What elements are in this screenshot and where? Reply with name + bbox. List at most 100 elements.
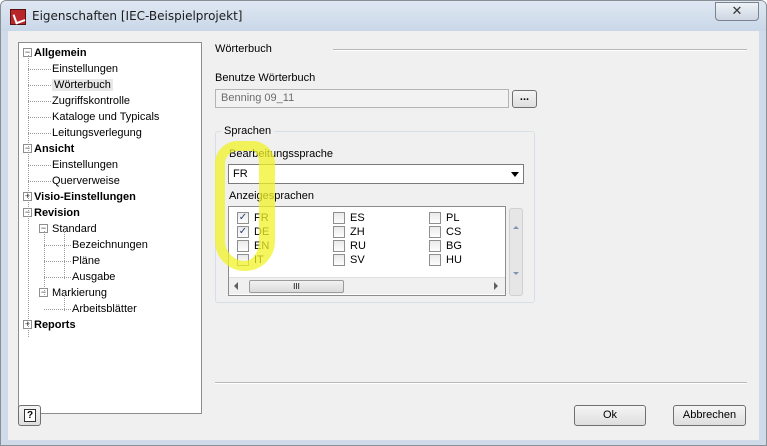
- tree-item[interactable]: Querverweise: [52, 173, 120, 189]
- tree-item[interactable]: Visio-Einstellungen: [34, 189, 136, 205]
- language-option[interactable]: SV: [333, 254, 413, 268]
- scroll-up-icon[interactable]: [513, 226, 519, 229]
- language-label: CS: [446, 226, 462, 238]
- properties-dialog: Eigenschaften [IEC-Beispielprojekt] ✕ Al…: [0, 0, 767, 446]
- edit-language-value: FR: [233, 168, 248, 180]
- language-option[interactable]: CS: [429, 226, 509, 240]
- footer-separator: [215, 382, 747, 384]
- tree-item[interactable]: Einstellungen: [52, 61, 118, 77]
- language-label: BG: [446, 240, 462, 252]
- browse-dictionary-button[interactable]: ...: [512, 90, 537, 108]
- help-icon: ?: [24, 409, 36, 422]
- checkbox-unchecked[interactable]: [333, 212, 345, 224]
- language-option[interactable]: ✓ FR: [237, 212, 317, 226]
- tree-connector: [28, 165, 51, 166]
- tree-item-label: Einstellungen: [52, 63, 119, 75]
- scroll-right-icon[interactable]: [494, 282, 498, 290]
- language-option[interactable]: BG: [429, 240, 509, 254]
- ok-button[interactable]: Ok: [574, 405, 646, 426]
- app-icon: [10, 9, 26, 25]
- tree-connector: [64, 295, 65, 311]
- scroll-down-icon[interactable]: [513, 272, 519, 275]
- tree-connector: [44, 231, 45, 295]
- tree-item-label: Allgemein: [34, 47, 87, 59]
- language-label: EN: [254, 240, 270, 252]
- tree-item-label: Wörterbuch: [52, 79, 113, 91]
- tree-item[interactable]: Kataloge und Typicals: [52, 109, 159, 125]
- tree-connector: [28, 55, 29, 337]
- vertical-scrollbar[interactable]: [509, 208, 523, 296]
- title-bar[interactable]: Eigenschaften [IEC-Beispielprojekt] ✕: [1, 1, 766, 31]
- tree-item[interactable]: Arbeitsblätter: [72, 301, 137, 317]
- dictionary-label: Benutze Wörterbuch: [215, 72, 316, 84]
- checkbox-checked[interactable]: ✓: [237, 226, 249, 238]
- tree-item-label: Einstellungen: [52, 159, 119, 171]
- tree-item[interactable]: Zugriffskontrolle: [52, 93, 130, 109]
- dialog-client-area: Allgemein − Einstellungen Wörterbuch Zugriff…: [8, 31, 759, 440]
- scroll-left-icon[interactable]: [234, 282, 238, 290]
- language-option[interactable]: HU: [429, 254, 509, 268]
- language-option[interactable]: IT: [237, 254, 317, 268]
- tree-item[interactable]: Revision: [34, 205, 80, 221]
- tree-item-label: Pläne: [72, 255, 101, 267]
- tree-item[interactable]: Einstellungen: [52, 157, 118, 173]
- tree-item[interactable]: Allgemein: [34, 45, 87, 61]
- checkbox-unchecked[interactable]: [429, 254, 441, 266]
- tree-item-label: Leitungsverlegung: [52, 127, 142, 139]
- tree-connector: [28, 101, 51, 102]
- language-option[interactable]: ZH: [333, 226, 413, 240]
- horizontal-scrollbar[interactable]: III: [229, 277, 505, 294]
- chevron-down-icon: [511, 172, 519, 177]
- tree-item-label: Zugriffskontrolle: [52, 95, 131, 107]
- languages-group-title: Sprachen: [221, 125, 275, 137]
- tree-connector: [28, 181, 51, 182]
- window-title: Eigenschaften [IEC-Beispielprojekt]: [32, 9, 243, 23]
- tree-item[interactable]: Reports: [34, 317, 76, 333]
- edit-language-select[interactable]: FR: [228, 164, 524, 184]
- tree-item-label: Bezeichnungen: [72, 239, 148, 251]
- edit-language-label: Bearbeitungssprache: [229, 148, 333, 160]
- checkbox-unchecked[interactable]: [429, 226, 441, 238]
- language-option[interactable]: ✓ DE: [237, 226, 317, 240]
- scroll-thumb[interactable]: III: [249, 280, 344, 293]
- help-button[interactable]: ?: [18, 405, 41, 426]
- settings-tree[interactable]: Allgemein − Einstellungen Wörterbuch Zugriff…: [18, 42, 202, 414]
- checkbox-unchecked[interactable]: [237, 254, 249, 266]
- language-label: PL: [446, 212, 460, 224]
- tree-item[interactable]: Wörterbuch: [52, 77, 113, 93]
- display-languages-label: Anzeigesprachen: [229, 190, 315, 202]
- language-label: HU: [446, 254, 462, 266]
- checkbox-unchecked[interactable]: [429, 212, 441, 224]
- tree-connector: [28, 133, 51, 134]
- tree-item-label: Querverweise: [52, 175, 120, 187]
- checkbox-checked[interactable]: ✓: [237, 212, 249, 224]
- tree-item[interactable]: Ausgabe: [72, 269, 115, 285]
- tree-item[interactable]: Standard: [52, 221, 97, 237]
- dictionary-field[interactable]: Benning 09_11: [215, 89, 509, 108]
- tree-item-label: Reports: [34, 319, 76, 331]
- checkbox-unchecked[interactable]: [429, 240, 441, 252]
- tree-item[interactable]: Markierung: [52, 285, 107, 301]
- tree-item[interactable]: Ansicht: [34, 141, 74, 157]
- cancel-button[interactable]: Abbrechen: [673, 405, 746, 426]
- language-option[interactable]: PL: [429, 212, 509, 226]
- tree-item-label: Ansicht: [34, 143, 75, 155]
- tree-item-label: Arbeitsblätter: [72, 303, 137, 315]
- tree-item-label: Visio-Einstellungen: [34, 191, 136, 203]
- checkbox-unchecked[interactable]: [333, 226, 345, 238]
- language-option[interactable]: RU: [333, 240, 413, 254]
- tree-item-label: Kataloge und Typicals: [52, 111, 160, 123]
- language-option[interactable]: EN: [237, 240, 317, 254]
- checkbox-unchecked[interactable]: [237, 240, 249, 252]
- close-button[interactable]: ✕: [715, 2, 759, 21]
- checkbox-unchecked[interactable]: [333, 254, 345, 266]
- language-label: RU: [350, 240, 366, 252]
- language-label: IT: [254, 254, 264, 266]
- tree-item[interactable]: Bezeichnungen: [72, 237, 148, 253]
- tree-item[interactable]: Pläne: [72, 253, 100, 269]
- tree-item[interactable]: Leitungsverlegung: [52, 125, 142, 141]
- checkbox-unchecked[interactable]: [333, 240, 345, 252]
- display-languages-list[interactable]: ✓ FR ✓ DE EN IT ES ZH RU SV PL CS BG HU III: [228, 206, 506, 296]
- tree-connector: [44, 277, 71, 278]
- language-option[interactable]: ES: [333, 212, 413, 226]
